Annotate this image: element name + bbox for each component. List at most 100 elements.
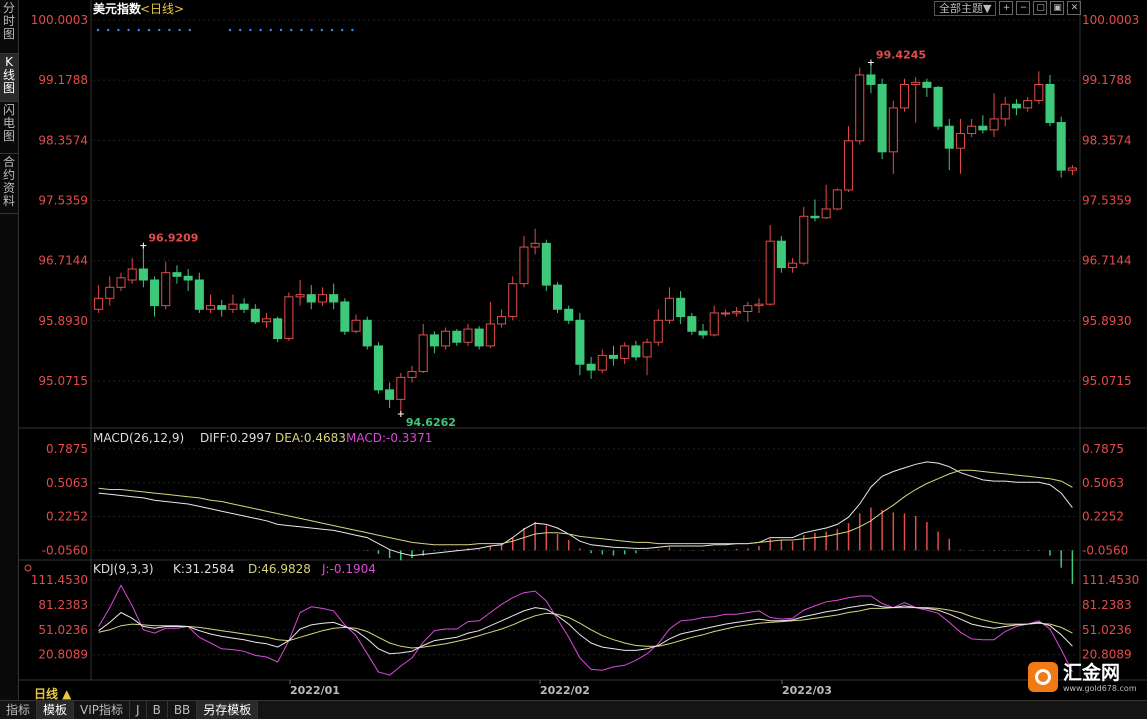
candle bbox=[1011, 103, 1021, 109]
kline-chart[interactable]: 100.0003 100.0003 99.1788 99.1788 98.3574 98.… bbox=[18, 0, 1147, 700]
signal-dot bbox=[330, 28, 334, 32]
macd-axis-label-left: 0.5063 bbox=[46, 476, 88, 490]
candle bbox=[888, 107, 898, 153]
kdj-axis-label-left: 20.8089 bbox=[38, 648, 88, 662]
theme-dropdown[interactable]: 全部主题▼ bbox=[934, 1, 997, 16]
candle bbox=[306, 294, 316, 303]
tab-flash-chart[interactable]: 闪电图 bbox=[0, 102, 18, 154]
bottom-tab-indicator[interactable]: 指标 bbox=[0, 701, 38, 719]
candle bbox=[989, 118, 999, 131]
candle bbox=[508, 283, 518, 318]
candle bbox=[799, 215, 809, 264]
x-axis-label: 2022/01 bbox=[290, 684, 340, 697]
bottom-tab-j[interactable]: J bbox=[130, 701, 147, 719]
macd-axis-label-right: 0.7875 bbox=[1082, 442, 1124, 456]
logo-icon bbox=[1028, 662, 1058, 692]
candle bbox=[810, 215, 820, 219]
bottom-tab-save-template[interactable]: 另存模板 bbox=[197, 701, 259, 719]
kdj-k-line bbox=[98, 603, 1073, 655]
candle bbox=[1034, 83, 1044, 102]
candle bbox=[194, 279, 204, 310]
close-button[interactable]: ✕ bbox=[1067, 1, 1082, 15]
candle bbox=[329, 294, 339, 303]
price-axis-label-right: 100.0003 bbox=[1082, 13, 1139, 27]
candle bbox=[407, 371, 417, 378]
tab-k-line[interactable]: K线图 bbox=[0, 54, 18, 102]
bottom-tab-vip[interactable]: VIP指标 bbox=[74, 701, 131, 719]
kdj-axis-label-right: 51.0236 bbox=[1082, 623, 1132, 637]
zoom-out-button[interactable]: − bbox=[1016, 1, 1031, 15]
candle bbox=[441, 330, 451, 347]
tab-contract-info[interactable]: 合约资料 bbox=[0, 154, 18, 214]
signal-dot bbox=[320, 28, 323, 32]
kdj-d-line bbox=[98, 607, 1073, 649]
candle bbox=[978, 125, 988, 131]
candle bbox=[183, 275, 193, 281]
candle bbox=[362, 319, 372, 347]
signal-dot bbox=[127, 28, 130, 32]
candle bbox=[172, 272, 182, 277]
bottom-toolbar: 指标 模板 VIP指标 J B BB 另存模板 bbox=[0, 700, 1147, 719]
price-axis-label-right: 97.5359 bbox=[1082, 193, 1132, 207]
candle bbox=[844, 140, 854, 191]
candle bbox=[620, 345, 630, 359]
candle bbox=[765, 240, 775, 305]
candle bbox=[1045, 83, 1055, 124]
candle bbox=[530, 242, 540, 248]
bottom-tab-bb[interactable]: BB bbox=[168, 701, 198, 719]
signal-dot bbox=[341, 28, 344, 32]
candle bbox=[418, 334, 428, 373]
signal-dot bbox=[259, 28, 262, 32]
macd-axis-label-left: 0.7875 bbox=[46, 442, 88, 456]
signal-dot bbox=[117, 28, 120, 32]
candle bbox=[429, 334, 439, 347]
price-axis-label-right: 98.3574 bbox=[1082, 133, 1132, 147]
candle bbox=[1056, 122, 1066, 171]
kdj-settings-icon bbox=[24, 564, 32, 572]
candle bbox=[138, 268, 148, 281]
candle bbox=[933, 86, 943, 127]
logo-text: 汇金网 bbox=[1063, 662, 1121, 684]
candle bbox=[1023, 100, 1033, 109]
candle bbox=[284, 296, 294, 340]
candle bbox=[776, 240, 786, 269]
candle bbox=[217, 305, 227, 310]
restore-button[interactable]: ▢ bbox=[1033, 1, 1048, 15]
candle bbox=[519, 246, 529, 285]
candle bbox=[866, 74, 876, 85]
zoom-in-button[interactable]: + bbox=[999, 1, 1014, 15]
candle bbox=[205, 305, 216, 310]
signal-dot bbox=[147, 28, 151, 32]
price-axis-label-left: 96.7144 bbox=[38, 254, 88, 268]
price-axis-label-left: 95.0715 bbox=[38, 374, 88, 388]
candle bbox=[642, 341, 652, 358]
candle bbox=[732, 310, 742, 314]
candle bbox=[855, 74, 865, 142]
signal-dot bbox=[188, 28, 191, 32]
candle bbox=[821, 208, 831, 219]
candle bbox=[709, 312, 719, 336]
price-axis-label-left: 98.3574 bbox=[38, 133, 88, 147]
macd-axis-label-right: -0.0560 bbox=[1082, 543, 1128, 557]
candle bbox=[340, 301, 350, 332]
bottom-tab-template[interactable]: 模板 bbox=[37, 701, 75, 719]
price-axis-label-left: 95.8930 bbox=[38, 314, 88, 328]
candle bbox=[698, 330, 708, 336]
extreme-label: 94.6262 bbox=[406, 416, 456, 429]
candle bbox=[608, 354, 619, 359]
candle bbox=[687, 316, 697, 332]
signal-dot bbox=[158, 28, 161, 32]
candle bbox=[273, 318, 283, 340]
candle bbox=[228, 303, 238, 310]
candle bbox=[720, 312, 730, 315]
maximize-button[interactable]: ▣ bbox=[1050, 1, 1065, 15]
extreme-label: 96.9209 bbox=[148, 232, 198, 245]
tab-tick-chart[interactable]: 分时图 bbox=[0, 0, 18, 54]
signal-dot bbox=[96, 28, 100, 32]
price-axis-label-left: 99.1788 bbox=[38, 73, 88, 87]
bottom-tab-b[interactable]: B bbox=[147, 701, 168, 719]
kdj-axis-label-left: 51.0236 bbox=[38, 623, 88, 637]
candle bbox=[944, 125, 954, 149]
candle bbox=[116, 277, 126, 288]
candle bbox=[586, 363, 596, 371]
